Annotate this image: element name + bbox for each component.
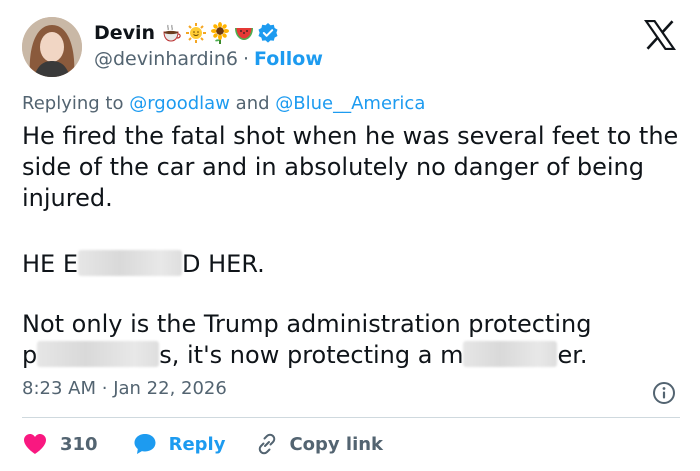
tweet-actions: 310 Reply Copy link — [22, 429, 383, 459]
censored-word-blur — [78, 250, 183, 276]
avatar-image — [22, 17, 82, 77]
avatar[interactable] — [22, 17, 82, 77]
tweet-date: Jan 22, 2026 — [113, 378, 227, 399]
reply-context: Replying to @rgoodlaw and @Blue__America — [22, 93, 425, 114]
divider — [22, 417, 680, 418]
author-handle[interactable]: @devinhardin6 — [94, 48, 238, 70]
reply-label: Reply — [168, 433, 226, 455]
tweet-timestamp[interactable]: 8:23 AM · Jan 22, 2026 — [22, 378, 227, 399]
sunflower-icon — [211, 22, 230, 44]
tweet-text: He fired the fatal shot when he was seve… — [22, 121, 682, 214]
paragraph-2-start: HE E — [22, 250, 79, 278]
coffee-icon — [163, 24, 181, 42]
follow-button[interactable]: Follow — [254, 48, 323, 70]
heart-icon — [24, 434, 46, 454]
watermelon-icon — [235, 28, 254, 40]
copy-link-label: Copy link — [289, 433, 384, 455]
name-emoji-badges — [161, 22, 279, 44]
paragraph-3-end: er. — [557, 341, 588, 369]
info-icon[interactable] — [652, 381, 676, 405]
tweet-paragraph-2: HE E D HER. — [22, 249, 265, 280]
x-logo-icon[interactable] — [643, 19, 677, 51]
paragraph-3-mid: s, it's now protecting a m — [159, 341, 464, 369]
reply-conjunction: and — [235, 93, 270, 114]
mention-link-2[interactable]: @Blue__America — [275, 93, 425, 114]
timestamp-separator: · — [101, 378, 108, 399]
link-icon — [259, 433, 276, 455]
sun-icon — [186, 23, 207, 43]
tweet-paragraph-3: Not only is the Trump administration pro… — [22, 309, 682, 371]
paragraph-3-line-2: p s, it's now protecting a m er. — [22, 340, 682, 371]
reply-bubble-icon — [134, 434, 156, 454]
mention-link-1[interactable]: @rgoodlaw — [129, 93, 230, 114]
handle-separator: · — [242, 48, 249, 70]
tweet-time: 8:23 AM — [22, 378, 96, 399]
censored-word-blur — [463, 341, 558, 367]
verified-badge-icon — [258, 23, 278, 43]
author-handle-row: @devinhardin6 · Follow — [94, 48, 323, 70]
author-display-name[interactable]: Devin — [94, 22, 155, 44]
paragraph-3-line-1: Not only is the Trump administration pro… — [22, 310, 592, 338]
author-name-row: Devin — [94, 19, 279, 47]
like-button[interactable]: 310 — [22, 432, 98, 456]
paragraph-3-start: p — [22, 341, 38, 369]
like-count: 310 — [60, 433, 98, 455]
copy-link-button[interactable]: Copy link — [255, 432, 383, 456]
censored-word-blur — [37, 341, 160, 367]
paragraph-2-end: D HER. — [182, 250, 265, 278]
tweet-paragraph-1: He fired the fatal shot when he was seve… — [22, 122, 679, 212]
reply-button[interactable]: Reply — [133, 432, 226, 456]
reply-prefix: Replying to — [22, 93, 124, 114]
